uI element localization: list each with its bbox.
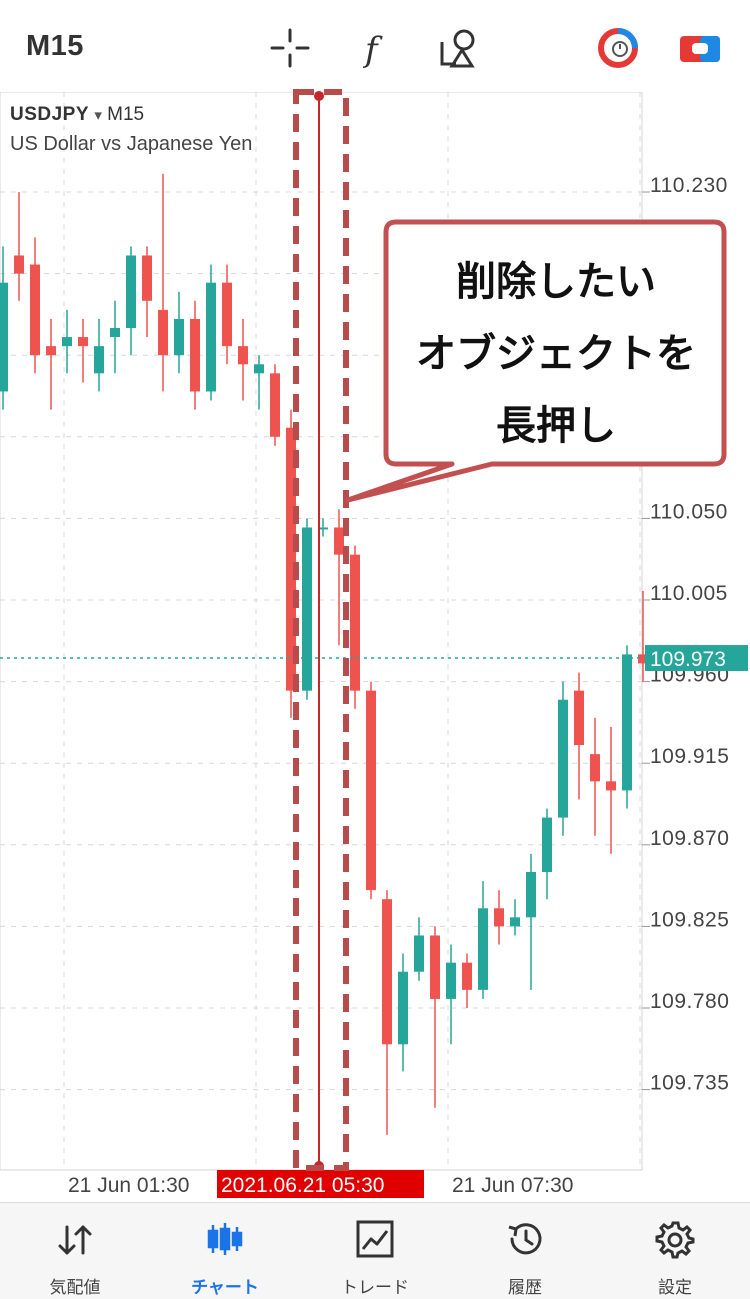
quotes-icon bbox=[58, 1225, 92, 1255]
trade-icon bbox=[356, 1220, 394, 1258]
bottom-navigation: 気配値 チャート トレード 履歴 設定 bbox=[0, 1202, 750, 1299]
nav-chart-label: チャート bbox=[191, 1278, 259, 1298]
callout-line: オブジェクトを bbox=[416, 331, 696, 377]
history-icon bbox=[508, 1223, 542, 1255]
chart-icon bbox=[207, 1223, 243, 1255]
nav-history-label: 履歴 bbox=[508, 1278, 542, 1298]
callout-line: 長押し bbox=[496, 403, 616, 449]
annotation-overlay bbox=[293, 89, 727, 1171]
nav-chart[interactable]: チャート bbox=[150, 1203, 300, 1299]
callout-text: 削除したい オブジェクトを 長押し bbox=[388, 246, 724, 462]
nav-quotes-label: 気配値 bbox=[49, 1278, 101, 1298]
vertical-line-handle-top bbox=[314, 91, 324, 101]
nav-trade[interactable]: トレード bbox=[300, 1203, 450, 1299]
nav-settings-label: 設定 bbox=[658, 1278, 692, 1298]
nav-trade-label: トレード bbox=[341, 1278, 409, 1298]
nav-quotes[interactable]: 気配値 bbox=[0, 1203, 150, 1299]
settings-gear-icon bbox=[655, 1221, 695, 1259]
nav-settings[interactable]: 設定 bbox=[600, 1203, 750, 1299]
callout-line: 削除したい bbox=[456, 259, 656, 305]
nav-history[interactable]: 履歴 bbox=[450, 1203, 600, 1299]
selection-highlight bbox=[293, 89, 349, 1171]
